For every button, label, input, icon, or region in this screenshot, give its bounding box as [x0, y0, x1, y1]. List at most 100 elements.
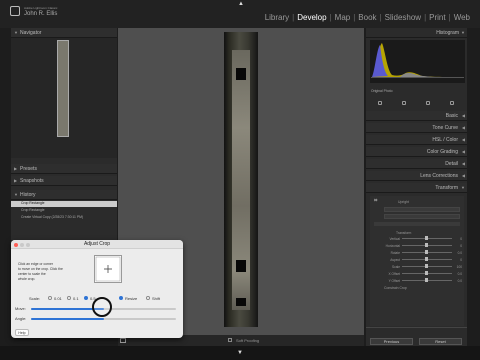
module-slideshow[interactable]: Slideshow [385, 13, 421, 22]
collapse-triangle-icon: ▼ [461, 30, 465, 35]
module-develop[interactable]: Develop [297, 13, 326, 22]
instruction-line: Click an edge or corner [18, 262, 54, 266]
guided-upright-icon[interactable]: ⌗ [374, 198, 377, 205]
zoom-window-icon[interactable] [26, 243, 30, 247]
instruction-line: to move on the crop. Click the [18, 267, 63, 271]
expand-triangle-icon: ◀ [461, 173, 465, 178]
module-print[interactable]: Print [429, 13, 445, 22]
transform-row-value[interactable]: 0 [454, 244, 462, 248]
original-photo-checkbox[interactable]: Original Photo [371, 89, 393, 93]
module-library[interactable]: Library [265, 13, 289, 22]
collapse-top-panel-icon[interactable]: ▲ [238, 1, 244, 7]
transform-row-value[interactable]: 0 [454, 237, 462, 241]
section-lens-corrections[interactable]: Lens Corrections ◀ [366, 171, 467, 181]
upright-buttons[interactable] [384, 207, 460, 212]
reset-button[interactable]: Reset [419, 338, 462, 345]
transform-row-label: Horizontal [385, 244, 400, 248]
transform-row-knob[interactable] [425, 257, 428, 261]
close-window-icon[interactable] [14, 243, 18, 247]
angle-slider-fill [31, 318, 104, 320]
transform-row-knob[interactable] [425, 236, 428, 240]
scale-radio-0.5[interactable] [84, 296, 88, 300]
soft-proofing-checkbox[interactable] [228, 338, 232, 342]
crop-tool-icon[interactable] [378, 100, 382, 105]
upright-label: Upright [398, 200, 409, 204]
transform-row-value[interactable]: 0 [454, 258, 462, 262]
scale-option-label: 0.01 [54, 296, 62, 301]
history-item[interactable]: Crop Rectangle [11, 201, 117, 207]
navigator-title: Navigator [20, 30, 42, 36]
upright-update-row[interactable] [374, 222, 460, 226]
transform-row-value[interactable]: 0.0 [454, 251, 462, 255]
section-tone-curve[interactable]: Tone Curve ◀ [366, 123, 467, 133]
navigator-header[interactable]: ▼ Navigator [11, 28, 117, 38]
scale-label: Scale: [29, 296, 41, 301]
transform-label: Transform [396, 231, 412, 235]
lightroom-logo-icon [10, 6, 20, 16]
histogram-header[interactable]: Histogram ▼ [366, 28, 467, 38]
section-hsl-color[interactable]: HSL / Color ◀ [366, 135, 467, 145]
module-web[interactable]: Web [454, 13, 470, 22]
expand-triangle-icon: ◀ [461, 113, 465, 118]
angle-label: Angle: [15, 316, 27, 321]
red-eye-icon[interactable] [426, 100, 430, 105]
crop-grid-graphic [95, 256, 121, 282]
module-map[interactable]: Map [335, 13, 351, 22]
upright-buttons-row2[interactable] [384, 214, 460, 219]
histogram-title: Histogram [436, 30, 459, 36]
resize-radio[interactable] [119, 296, 123, 300]
transform-row-knob[interactable] [425, 278, 428, 282]
transform-row-value[interactable]: 0.0 [454, 272, 462, 276]
presets-header[interactable]: ▶ Presets [11, 164, 117, 174]
transform-row-value[interactable]: 100 [454, 265, 462, 269]
app-name: Adobe Lightroom Classic [24, 6, 58, 10]
filmstrip: ▼ [0, 346, 480, 360]
scale-radio-0.01[interactable] [48, 296, 52, 300]
expand-triangle-icon: ▶ [14, 166, 18, 171]
histogram-chart[interactable] [370, 40, 465, 83]
instruction-line: center to scale the [18, 272, 46, 276]
masking-icon[interactable] [450, 100, 454, 105]
section-basic[interactable]: Basic ◀ [366, 111, 467, 121]
transform-row-knob[interactable] [425, 271, 428, 275]
history-header[interactable]: ▼ History [11, 190, 117, 200]
top-bar: Adobe Lightroom Classic John R. Ellis ▲ … [0, 0, 480, 28]
snapshots-header[interactable]: ▶ Snapshots [11, 176, 117, 186]
transform-row-label: Y Offset [388, 279, 400, 283]
transform-row-knob[interactable] [425, 250, 428, 254]
history-item[interactable]: Crop Rectangle [11, 208, 117, 214]
crop-position-grid[interactable] [94, 255, 122, 283]
expand-triangle-icon: ◀ [461, 125, 465, 130]
expand-triangle-icon: ◀ [461, 149, 465, 154]
transform-row-label: Scale [392, 265, 400, 269]
view-mode-icon[interactable] [120, 338, 126, 343]
collapse-filmstrip-icon[interactable]: ▼ [237, 350, 243, 356]
transform-row-label: Rotate [390, 251, 400, 255]
minimize-window-icon[interactable] [20, 243, 24, 247]
previous-button[interactable]: Previous [370, 338, 413, 345]
shift-radio[interactable] [146, 296, 150, 300]
divider [366, 327, 467, 328]
navigator-thumbnail[interactable] [57, 40, 69, 137]
expand-triangle-icon: ▶ [14, 178, 18, 183]
transform-row-value[interactable]: 0.0 [454, 279, 462, 283]
transform-row-knob[interactable] [425, 264, 428, 268]
photo-image[interactable] [224, 32, 258, 327]
constrain-crop-checkbox[interactable]: Constrain Crop [384, 286, 407, 290]
module-book[interactable]: Book [358, 13, 376, 22]
transform-row-knob[interactable] [425, 243, 428, 247]
section-transform[interactable]: Transform ▼ [366, 183, 467, 193]
history-item[interactable]: Create Virtual Copy (2/28/23 7:30:11 PM) [11, 215, 117, 221]
section-detail[interactable]: Detail ◀ [366, 159, 467, 169]
section-color-grading[interactable]: Color Grading ◀ [366, 147, 467, 157]
presets-title: Presets [20, 166, 37, 172]
photo-subject [232, 50, 250, 310]
navigator-preview[interactable] [11, 38, 117, 158]
adjust-crop-dialog: Adjust Crop Click an edge or corner to m… [11, 240, 183, 338]
spot-removal-icon[interactable] [402, 100, 406, 105]
help-button[interactable]: Help [15, 329, 29, 336]
collapse-triangle-icon: ▼ [461, 185, 465, 190]
shift-label: Shift [152, 296, 161, 301]
scale-radio-0.1[interactable] [67, 296, 71, 300]
snapshots-title: Snapshots [20, 178, 44, 184]
